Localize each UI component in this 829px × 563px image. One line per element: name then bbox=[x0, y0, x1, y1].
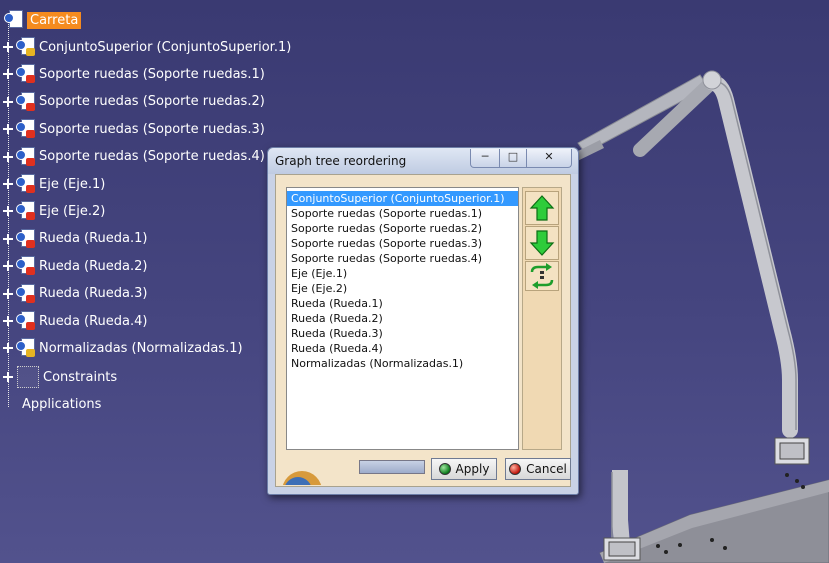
dialog-client-area: ConjuntoSuperior (ConjuntoSuperior.1) Sop… bbox=[275, 174, 571, 487]
tree-item[interactable]: Rueda (Rueda.3) bbox=[3, 283, 148, 305]
list-item[interactable]: Soporte ruedas (Soporte ruedas.2) bbox=[287, 221, 518, 236]
apply-button[interactable]: Apply bbox=[431, 458, 497, 480]
part-icon bbox=[15, 63, 37, 85]
move-down-button[interactable] bbox=[525, 226, 559, 260]
expand-icon[interactable] bbox=[3, 233, 13, 244]
apply-dot-icon bbox=[438, 463, 451, 475]
tree-item-label[interactable]: Rueda (Rueda.4) bbox=[39, 314, 148, 329]
tree-item-label[interactable]: Constraints bbox=[43, 370, 117, 385]
tree-item[interactable]: Normalizadas (Normalizadas.1) bbox=[3, 337, 243, 359]
product-icon bbox=[3, 9, 25, 31]
expand-icon[interactable] bbox=[3, 42, 13, 52]
tree-item-label[interactable]: Soporte ruedas (Soporte ruedas.2) bbox=[39, 94, 265, 109]
tree-root[interactable]: Carreta bbox=[3, 9, 82, 31]
tree-item[interactable]: Rueda (Rueda.4) bbox=[3, 310, 148, 332]
part-icon bbox=[15, 146, 37, 168]
specification-tree: Carreta ConjuntoSuperior (ConjuntoSuperi… bbox=[0, 0, 300, 430]
part-icon bbox=[15, 310, 37, 332]
arrow-up-icon bbox=[529, 195, 555, 221]
swap-button[interactable] bbox=[525, 261, 559, 291]
tree-item-label[interactable]: Rueda (Rueda.3) bbox=[39, 286, 148, 301]
expand-icon[interactable] bbox=[3, 151, 13, 162]
list-item[interactable]: Rueda (Rueda.2) bbox=[287, 311, 518, 326]
swap-icon bbox=[530, 263, 554, 289]
reorder-buttons-panel bbox=[522, 187, 562, 450]
tree-item-label[interactable]: Applications bbox=[22, 397, 101, 412]
tree-item[interactable]: Soporte ruedas (Soporte ruedas.3) bbox=[3, 118, 265, 140]
reorder-listbox[interactable]: ConjuntoSuperior (ConjuntoSuperior.1) Sop… bbox=[286, 187, 519, 450]
cancel-dot-icon bbox=[509, 463, 522, 475]
expand-icon[interactable] bbox=[3, 96, 13, 107]
tree-item-label[interactable]: Eje (Eje.2) bbox=[39, 204, 105, 219]
part-icon bbox=[15, 173, 37, 195]
expand-icon[interactable] bbox=[3, 261, 13, 272]
tree-item-label[interactable]: Eje (Eje.1) bbox=[39, 177, 105, 192]
expand-icon[interactable] bbox=[3, 124, 13, 135]
maximize-icon[interactable]: □ bbox=[499, 149, 527, 168]
list-item[interactable]: Normalizadas (Normalizadas.1) bbox=[287, 356, 518, 371]
part-icon bbox=[15, 255, 37, 277]
apply-button-label: Apply bbox=[455, 462, 490, 476]
list-item[interactable]: ConjuntoSuperior (ConjuntoSuperior.1) bbox=[287, 191, 518, 206]
list-item[interactable]: Rueda (Rueda.4) bbox=[287, 341, 518, 356]
part-icon bbox=[15, 228, 37, 250]
minimize-icon[interactable]: ─ bbox=[470, 149, 500, 168]
tree-item[interactable]: Soporte ruedas (Soporte ruedas.2) bbox=[3, 91, 265, 113]
tree-item-constraints[interactable]: Constraints bbox=[3, 366, 117, 388]
part-icon bbox=[15, 283, 37, 305]
tree-item[interactable]: Rueda (Rueda.2) bbox=[3, 255, 148, 277]
tree-item[interactable]: ConjuntoSuperior (ConjuntoSuperior.1) bbox=[3, 36, 291, 58]
tree-root-label[interactable]: Carreta bbox=[27, 11, 82, 29]
frame-right-tube bbox=[704, 74, 798, 438]
move-up-button[interactable] bbox=[525, 191, 559, 225]
expand-icon[interactable] bbox=[3, 316, 13, 326]
constraints-icon bbox=[17, 366, 39, 388]
list-item[interactable]: Eje (Eje.1) bbox=[287, 266, 518, 281]
expand-icon[interactable] bbox=[3, 206, 13, 217]
sub-product-icon bbox=[15, 337, 37, 359]
cancel-button[interactable]: Cancel bbox=[505, 458, 571, 480]
tree-item-applications[interactable]: Applications bbox=[12, 393, 101, 415]
expand-icon[interactable] bbox=[3, 343, 13, 354]
tree-item-label[interactable]: Rueda (Rueda.1) bbox=[39, 231, 148, 246]
list-item[interactable]: Soporte ruedas (Soporte ruedas.3) bbox=[287, 236, 518, 251]
tree-item[interactable]: Rueda (Rueda.1) bbox=[3, 228, 148, 250]
tree-item-label[interactable]: Soporte ruedas (Soporte ruedas.1) bbox=[39, 67, 265, 82]
dialog-titlebar[interactable]: Graph tree reordering ─ □ ✕ bbox=[268, 148, 578, 174]
tree-item-label[interactable]: ConjuntoSuperior (ConjuntoSuperior.1) bbox=[39, 40, 291, 55]
tree-item[interactable]: Eje (Eje.2) bbox=[3, 200, 105, 222]
expand-icon[interactable] bbox=[3, 179, 13, 189]
tree-item-label[interactable]: Soporte ruedas (Soporte ruedas.4) bbox=[39, 149, 265, 164]
tree-item-label[interactable]: Normalizadas (Normalizadas.1) bbox=[39, 341, 243, 356]
tree-item[interactable]: Soporte ruedas (Soporte ruedas.4) bbox=[3, 146, 265, 168]
expand-icon[interactable] bbox=[3, 288, 13, 299]
catia-logo-icon bbox=[280, 469, 328, 485]
cancel-button-label: Cancel bbox=[526, 462, 567, 476]
dialog-title: Graph tree reordering bbox=[275, 154, 407, 168]
sub-product-icon bbox=[15, 36, 37, 58]
arrow-down-icon bbox=[529, 230, 555, 256]
list-item[interactable]: Eje (Eje.2) bbox=[287, 281, 518, 296]
expand-icon[interactable] bbox=[3, 372, 13, 382]
list-item[interactable]: Rueda (Rueda.1) bbox=[287, 296, 518, 311]
part-icon bbox=[15, 91, 37, 113]
graph-tree-reordering-dialog: Graph tree reordering ─ □ ✕ ConjuntoSupe… bbox=[267, 147, 579, 495]
part-icon bbox=[15, 200, 37, 222]
part-icon bbox=[15, 118, 37, 140]
list-item[interactable]: Soporte ruedas (Soporte ruedas.4) bbox=[287, 251, 518, 266]
close-icon[interactable]: ✕ bbox=[526, 149, 572, 168]
tree-item-label[interactable]: Rueda (Rueda.2) bbox=[39, 259, 148, 274]
progress-bar bbox=[359, 460, 425, 474]
tree-item[interactable]: Eje (Eje.1) bbox=[3, 173, 105, 195]
list-item[interactable]: Soporte ruedas (Soporte ruedas.1) bbox=[287, 206, 518, 221]
expand-icon[interactable] bbox=[3, 69, 13, 80]
tree-item-label[interactable]: Soporte ruedas (Soporte ruedas.3) bbox=[39, 122, 265, 137]
tree-item[interactable]: Soporte ruedas (Soporte ruedas.1) bbox=[3, 63, 265, 85]
frame-left-tube bbox=[612, 470, 630, 546]
list-item[interactable]: Rueda (Rueda.3) bbox=[287, 326, 518, 341]
